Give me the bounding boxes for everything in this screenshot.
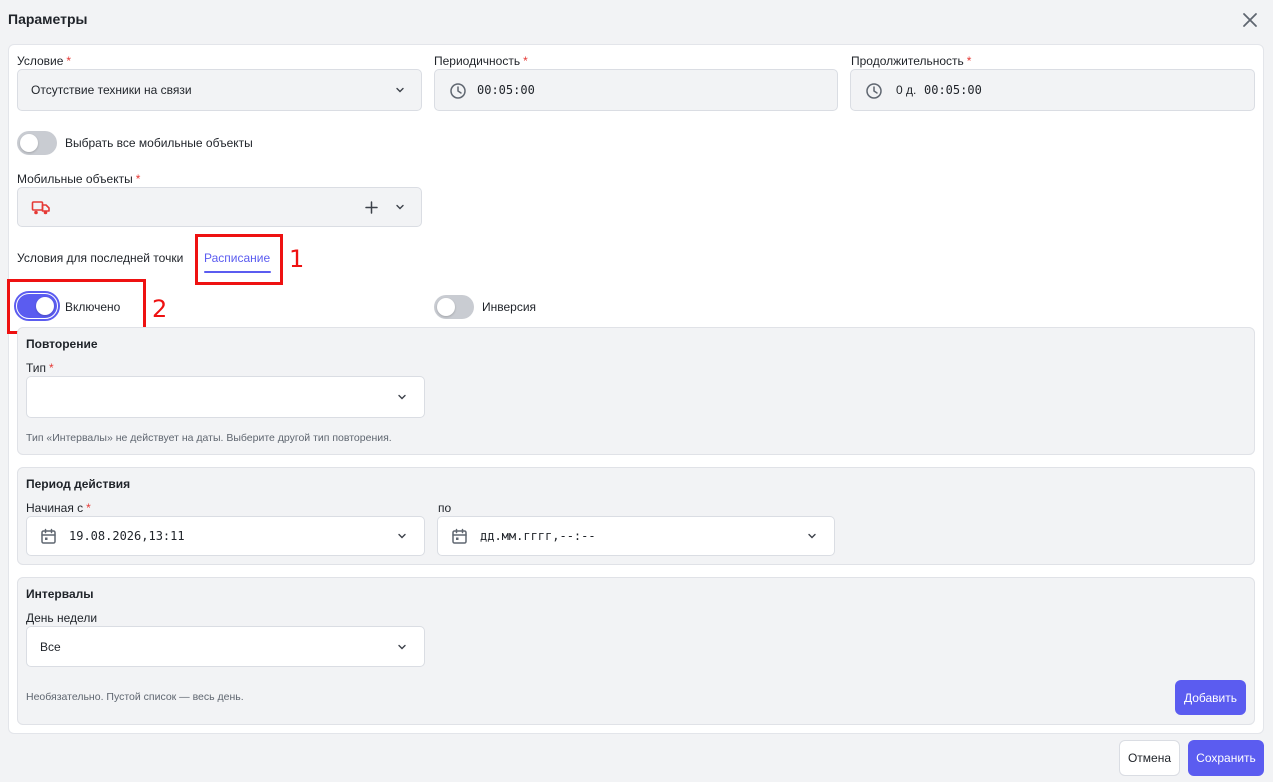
annotation-box-1 (195, 234, 283, 285)
plus-icon[interactable] (365, 201, 378, 214)
select-all-label: Выбрать все мобильные объекты (65, 136, 253, 150)
period-title: Период действия (26, 477, 131, 491)
periodicity-input[interactable]: 00:05:00 (434, 69, 838, 111)
repeat-title: Повторение (26, 337, 98, 351)
period-start-label: Начиная с * (26, 501, 91, 515)
intervals-hint: Необязательно. Пустой список — весь день… (26, 691, 244, 703)
chevron-down-icon (808, 533, 816, 539)
inversion-toggle[interactable] (434, 295, 474, 319)
add-interval-button[interactable]: Добавить (1175, 680, 1246, 715)
inversion-label: Инверсия (482, 300, 537, 314)
period-end-placeholder: дд.мм.гггг,--:-- (480, 529, 596, 543)
truck-icon (31, 201, 50, 215)
period-start-input[interactable]: 19.08.2026,13:11 (26, 516, 425, 556)
chevron-down-icon (398, 533, 406, 539)
clock-icon (450, 83, 466, 99)
repeat-hint: Тип «Интервалы» не действует на даты. Вы… (26, 432, 392, 444)
duration-input[interactable]: 0 д. 00:05:00 (850, 69, 1255, 111)
duration-value: 00:05:00 (924, 83, 982, 97)
condition-value: Отсутствие техники на связи (31, 83, 192, 97)
repeat-type-select[interactable] (26, 376, 425, 418)
calendar-icon (41, 528, 56, 544)
cancel-button[interactable]: Отмена (1119, 740, 1180, 776)
tab-last-point[interactable]: Условия для последней точки (17, 251, 183, 265)
chevron-down-icon (398, 644, 406, 650)
periodicity-value: 00:05:00 (477, 83, 535, 97)
chevron-down-icon (396, 204, 404, 210)
close-icon[interactable] (1240, 10, 1260, 30)
weekday-label: День недели (26, 611, 98, 625)
duration-label: Продолжительность * (851, 54, 972, 68)
calendar-icon (452, 528, 467, 544)
weekday-select[interactable]: Все (26, 626, 425, 667)
annotation-number-1: 1 (289, 245, 305, 273)
weekday-value: Все (40, 640, 61, 654)
mobile-objects-label: Мобильные объекты * (17, 172, 141, 186)
period-start-value: 19.08.2026,13:11 (69, 529, 185, 543)
save-button[interactable]: Сохранить (1188, 740, 1264, 776)
dialog-title: Параметры (8, 11, 88, 27)
condition-select[interactable]: Отсутствие техники на связи (17, 69, 422, 111)
condition-label: Условие * (17, 54, 72, 68)
periodicity-label: Периодичность * (434, 54, 528, 68)
period-end-label: по (438, 501, 452, 515)
chevron-down-icon (396, 87, 404, 93)
annotation-number-2: 2 (152, 295, 168, 323)
chevron-down-icon (398, 394, 406, 400)
annotation-box-2 (7, 279, 146, 334)
mobile-objects-select[interactable] (17, 187, 422, 227)
duration-days: 0 д. (896, 83, 917, 97)
select-all-toggle[interactable] (17, 131, 57, 155)
intervals-title: Интервалы (26, 587, 94, 601)
period-end-input[interactable]: дд.мм.гггг,--:-- (437, 516, 835, 556)
repeat-type-label: Тип * (26, 361, 54, 375)
clock-icon (866, 83, 882, 99)
